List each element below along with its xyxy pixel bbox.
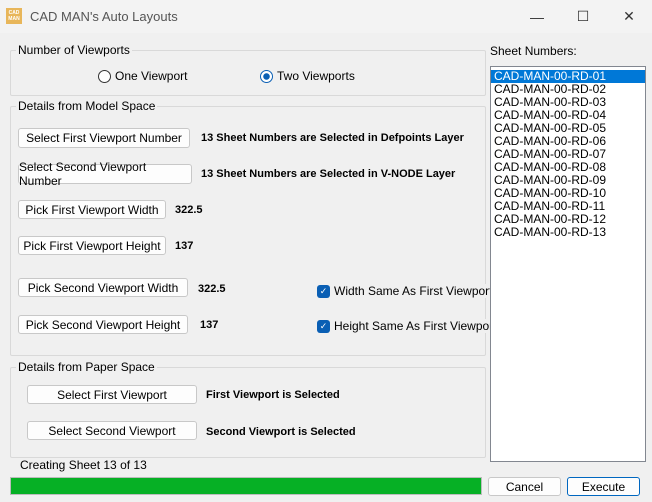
checkbox-label: Width Same As First Viewport bbox=[334, 284, 493, 298]
one-viewport-radio[interactable]: One Viewport bbox=[98, 69, 188, 83]
app-logo-icon: CAD MAN bbox=[6, 8, 22, 24]
window-title: CAD MAN's Auto Layouts bbox=[30, 9, 178, 24]
select-second-viewport-number-button[interactable]: Select Second Viewport Number bbox=[18, 160, 192, 188]
radio-label: One Viewport bbox=[115, 69, 188, 83]
checkmark-icon: ✓ bbox=[317, 319, 330, 333]
progress-fill bbox=[11, 478, 481, 494]
second-width-value: 322.5 bbox=[198, 283, 226, 295]
pick-first-width-button[interactable]: Pick First Viewport Width bbox=[18, 200, 166, 219]
first-number-status: 13 Sheet Numbers are Selected in Defpoin… bbox=[201, 132, 464, 144]
progress-bar bbox=[10, 477, 482, 495]
select-first-viewport-number-button[interactable]: Select First Viewport Number bbox=[18, 128, 190, 148]
cancel-button[interactable]: Cancel bbox=[488, 477, 561, 496]
maximize-button[interactable]: ☐ bbox=[560, 0, 606, 33]
second-height-value: 137 bbox=[200, 319, 219, 331]
sheet-numbers-list[interactable]: CAD-MAN-00-RD-01 CAD-MAN-00-RD-02 CAD-MAN-… bbox=[490, 66, 646, 462]
select-first-viewport-button[interactable]: Select First Viewport bbox=[27, 385, 197, 404]
pick-first-height-button[interactable]: Pick First Viewport Height bbox=[18, 236, 166, 255]
first-height-value: 137 bbox=[175, 240, 194, 252]
status-text: Creating Sheet 13 of 13 bbox=[20, 458, 147, 472]
paper-space-legend: Details from Paper Space bbox=[16, 360, 157, 374]
radio-selected-icon bbox=[260, 69, 273, 83]
viewports-legend: Number of Viewports bbox=[16, 43, 132, 57]
minimize-button[interactable]: — bbox=[514, 0, 560, 33]
radio-label: Two Viewports bbox=[277, 69, 355, 83]
radio-icon bbox=[98, 69, 111, 83]
checkbox-label: Height Same As First Viewport bbox=[334, 319, 497, 333]
pick-second-width-button[interactable]: Pick Second Viewport Width bbox=[18, 278, 188, 297]
pick-second-height-button[interactable]: Pick Second Viewport Height bbox=[18, 315, 188, 334]
sheet-numbers-label: Sheet Numbers: bbox=[490, 44, 577, 58]
second-viewport-status: Second Viewport is Selected bbox=[206, 426, 356, 438]
two-viewports-radio[interactable]: Two Viewports bbox=[260, 69, 355, 83]
paper-space-group bbox=[10, 367, 486, 458]
checkmark-icon: ✓ bbox=[317, 284, 330, 298]
select-second-viewport-button[interactable]: Select Second Viewport bbox=[27, 421, 197, 440]
first-viewport-status: First Viewport is Selected bbox=[206, 389, 340, 401]
model-space-legend: Details from Model Space bbox=[16, 99, 158, 113]
second-number-status: 13 Sheet Numbers are Selected in V-NODE … bbox=[201, 168, 456, 180]
execute-button[interactable]: Execute bbox=[567, 477, 640, 496]
close-button[interactable]: ✕ bbox=[606, 0, 652, 33]
height-same-checkbox[interactable]: ✓ Height Same As First Viewport bbox=[317, 319, 497, 333]
first-width-value: 322.5 bbox=[175, 204, 203, 216]
sheet-list-item[interactable]: CAD-MAN-00-RD-13 bbox=[491, 226, 645, 239]
width-same-checkbox[interactable]: ✓ Width Same As First Viewport bbox=[317, 284, 493, 298]
